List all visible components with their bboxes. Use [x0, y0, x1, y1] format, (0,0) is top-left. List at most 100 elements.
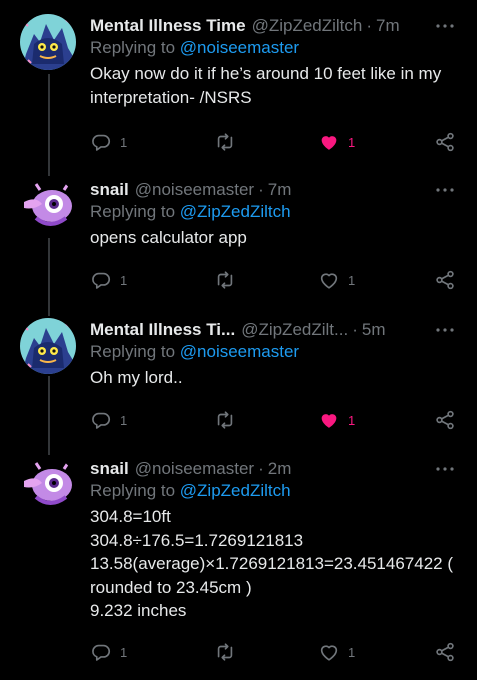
replies-count: 1 — [120, 272, 128, 288]
avatar[interactable] — [20, 457, 76, 513]
share-icon — [436, 410, 454, 430]
reply-button[interactable]: 1 — [90, 268, 127, 292]
replying-to: Replying to @noiseemaster — [90, 38, 299, 58]
timestamp[interactable]: 2m — [268, 459, 292, 479]
replying-to: Replying to @ZipZedZiltch — [90, 481, 291, 501]
more-icon — [436, 24, 454, 28]
mention-link[interactable]: @ZipZedZiltch — [180, 202, 291, 221]
tweet-header: snail @noiseemaster · 7m — [90, 178, 291, 202]
tweet-text-line: 304.8=10ft — [90, 507, 171, 526]
action-bar: 11 — [90, 130, 462, 154]
tweet-text-line: interpretation- /NSRS — [90, 87, 252, 107]
share-button[interactable] — [434, 268, 456, 292]
display-name[interactable]: snail — [90, 180, 129, 200]
more-icon — [436, 467, 454, 471]
reply-icon — [92, 644, 111, 661]
tweet-text: Okay now do it if he’s around 10 feet li… — [90, 62, 462, 109]
handle[interactable]: @ZipZedZiltch — [252, 16, 363, 36]
likes-count: 1 — [348, 134, 356, 150]
more-icon — [436, 188, 454, 192]
reply-icon — [92, 134, 111, 151]
thread-line — [48, 238, 50, 316]
separator-dot: · — [352, 320, 358, 339]
replies-count: 1 — [120, 412, 128, 428]
handle[interactable]: @ZipZedZilt... — [241, 320, 348, 340]
retweet-button[interactable] — [214, 640, 244, 664]
separator-dot: · — [258, 180, 264, 199]
share-button[interactable] — [434, 640, 456, 664]
display-name[interactable]: Mental Illness Time — [90, 16, 246, 36]
mention-link[interactable]: @noiseemaster — [180, 38, 299, 57]
more-button[interactable] — [435, 16, 455, 36]
replying-to-label: Replying to — [90, 342, 180, 361]
action-bar: 11 — [90, 268, 462, 292]
like-button[interactable]: 1 — [318, 408, 355, 432]
share-button[interactable] — [434, 408, 456, 432]
like-button[interactable]: 1 — [318, 640, 355, 664]
display-name[interactable]: snail — [90, 459, 129, 479]
handle[interactable]: @noiseemaster — [135, 459, 254, 479]
tweet-header: snail @noiseemaster · 2m — [90, 457, 291, 481]
avatar[interactable] — [20, 318, 76, 374]
reply-button[interactable]: 1 — [90, 408, 127, 432]
thread-line — [48, 74, 50, 176]
mention-link[interactable]: @noiseemaster — [180, 342, 299, 361]
share-icon — [436, 132, 454, 152]
replying-to-label: Replying to — [90, 38, 180, 57]
like-icon — [321, 136, 337, 150]
reply-icon — [92, 412, 111, 429]
share-button[interactable] — [434, 130, 456, 154]
tweet-text-line: rounded to 23.45cm ) — [90, 577, 252, 597]
replies-count: 1 — [120, 134, 128, 150]
like-button[interactable]: 1 — [318, 268, 355, 292]
retweet-button[interactable] — [214, 408, 244, 432]
reply-button[interactable]: 1 — [90, 640, 127, 664]
tweet-text-line: 304.8÷176.5=1.7269121813 — [90, 530, 304, 550]
replying-to: Replying to @ZipZedZiltch — [90, 202, 291, 222]
separator-dot: · — [366, 16, 373, 35]
likes-count: 1 — [348, 272, 356, 288]
action-bar: 11 — [90, 408, 462, 432]
tweet-text-line: opens calculator app — [90, 228, 247, 247]
timestamp[interactable]: 7m — [268, 180, 292, 200]
handle[interactable]: @noiseemaster — [135, 180, 254, 200]
retweet-icon — [217, 133, 233, 151]
thread-line — [48, 376, 50, 455]
tweet-header: Mental Illness Time @ZipZedZiltch · 7m — [90, 14, 400, 38]
retweet-icon — [217, 411, 233, 429]
more-button[interactable] — [435, 459, 455, 479]
avatar[interactable] — [20, 178, 76, 234]
more-icon — [436, 328, 454, 332]
more-button[interactable] — [435, 180, 455, 200]
more-button[interactable] — [435, 320, 455, 340]
tweet-text-line: 9.232 inches — [90, 601, 187, 620]
reply-icon — [92, 272, 111, 289]
like-button[interactable]: 1 — [318, 130, 355, 154]
retweet-icon — [217, 643, 233, 661]
replying-to-label: Replying to — [90, 481, 180, 500]
avatar[interactable] — [20, 14, 76, 70]
replies-count: 1 — [120, 644, 128, 660]
retweet-button[interactable] — [214, 130, 244, 154]
likes-count: 1 — [348, 412, 356, 428]
replying-to-label: Replying to — [90, 202, 180, 221]
timestamp[interactable]: 5m — [362, 320, 386, 340]
share-icon — [436, 642, 454, 662]
timestamp[interactable]: 7m — [376, 16, 400, 36]
like-icon — [320, 645, 338, 661]
tweet-text: opens calculator app — [90, 226, 462, 250]
retweet-button[interactable] — [214, 268, 244, 292]
tweet-text: Oh my lord.. — [90, 366, 462, 390]
like-icon — [321, 414, 337, 428]
mention-link[interactable]: @ZipZedZiltch — [180, 481, 291, 500]
retweet-icon — [217, 271, 233, 289]
share-icon — [436, 270, 454, 290]
tweet-text-line: 13.58(average)×1.7269121813=23.451467422… — [90, 554, 453, 573]
likes-count: 1 — [348, 644, 356, 660]
like-icon — [320, 273, 338, 289]
separator-dot: · — [258, 459, 264, 478]
tweet-header: Mental Illness Ti... @ZipZedZilt... · 5m — [90, 318, 385, 342]
reply-button[interactable]: 1 — [90, 130, 127, 154]
display-name[interactable]: Mental Illness Ti... — [90, 320, 235, 340]
replying-to: Replying to @noiseemaster — [90, 342, 299, 362]
